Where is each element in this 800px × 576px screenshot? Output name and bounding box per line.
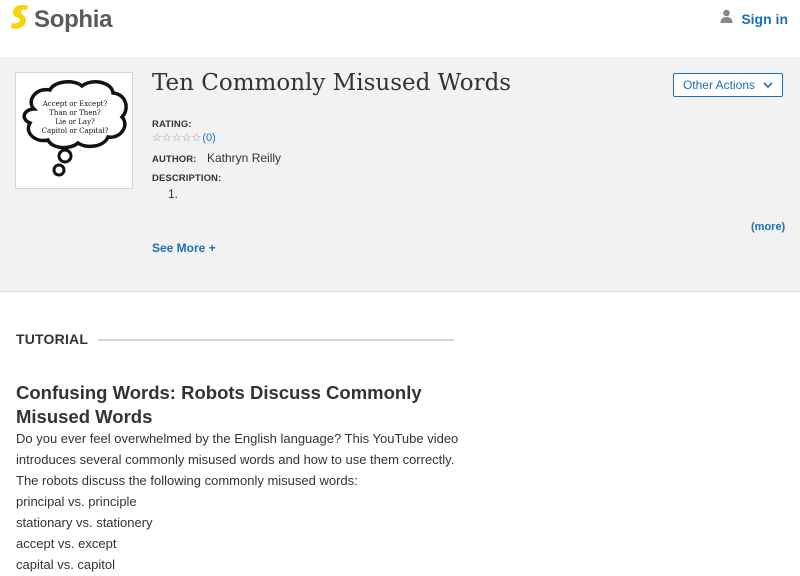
thumbnail-line-4: Capitol or Capital? <box>42 127 109 135</box>
sophia-logo-icon <box>9 4 31 35</box>
thumbnail-line-1: Accept or Except? <box>42 100 108 108</box>
top-bar: Sophia Sign in <box>0 0 800 57</box>
section-divider <box>98 339 454 341</box>
thumbnail-line-3: Lie or Lay? <box>55 118 95 126</box>
body-line: Do you ever feel overwhelmed by the Engl… <box>16 431 459 446</box>
body-line: capital vs. capitol <box>16 557 115 572</box>
body-line: introduces several commonly misused word… <box>16 452 455 467</box>
rating-label: RATING: <box>152 119 192 130</box>
sign-in-button[interactable]: Sign in <box>720 9 788 28</box>
thumbnail-line-2: Than or Then? <box>49 109 101 117</box>
chevron-down-icon <box>763 76 773 94</box>
resource-hero: Accept or Except? Than or Then? Lie or L… <box>0 57 800 292</box>
star-icon[interactable]: ☆ <box>152 132 162 144</box>
tutorial-section-label: TUTORIAL <box>16 331 89 347</box>
star-rating[interactable]: ☆ ☆ ☆ ☆ ☆ (0) <box>152 132 216 144</box>
author-name: Kathryn Reilly <box>207 151 282 165</box>
star-icon[interactable]: ☆ <box>162 132 172 144</box>
person-icon <box>720 9 733 28</box>
see-more-link[interactable]: See More + <box>152 241 216 255</box>
body-line: stationary vs. stationery <box>16 515 153 530</box>
other-actions-label: Other Actions <box>682 78 756 92</box>
star-icon[interactable]: ☆ <box>192 132 202 144</box>
resource-thumbnail: Accept or Except? Than or Then? Lie or L… <box>15 72 133 189</box>
more-link[interactable]: (more) <box>751 221 785 233</box>
author-label: AUTHOR: <box>152 154 197 165</box>
description-label: DESCRIPTION: <box>152 173 222 184</box>
body-line: principal vs. principle <box>16 494 137 509</box>
star-icon[interactable]: ☆ <box>172 132 182 144</box>
rating-count[interactable]: (0) <box>202 132 215 144</box>
other-actions-button[interactable]: Other Actions <box>673 73 783 97</box>
body-line: accept vs. except <box>16 536 117 551</box>
tutorial-body: Do you ever feel overwhelmed by the Engl… <box>16 428 486 575</box>
sign-in-label: Sign in <box>741 10 788 27</box>
description-item: 1. <box>168 187 179 201</box>
sophia-logo[interactable]: Sophia <box>9 4 113 35</box>
logo-text: Sophia <box>34 5 113 33</box>
body-line: The robots discuss the following commonl… <box>16 473 358 488</box>
star-icon[interactable]: ☆ <box>182 132 192 144</box>
tutorial-heading: Confusing Words: Robots Discuss Commonly… <box>16 382 422 427</box>
page-title: Ten Commonly Misused Words <box>152 70 512 96</box>
